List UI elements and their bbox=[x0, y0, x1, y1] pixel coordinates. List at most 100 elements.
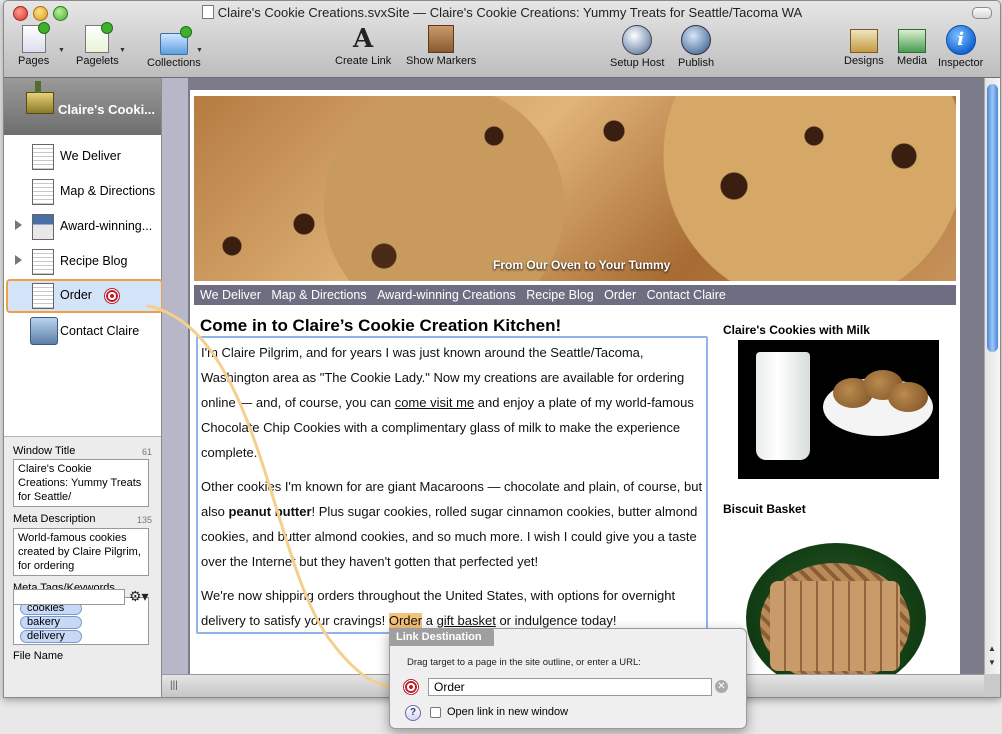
sidebar-item-label: Contact Claire bbox=[60, 324, 140, 338]
show-markers-icon bbox=[428, 25, 455, 53]
page-icon bbox=[32, 283, 54, 309]
sidebar-item-label: We Deliver bbox=[60, 149, 121, 163]
toolbar-toggle-button[interactable] bbox=[972, 7, 992, 19]
sidebar-heading-milk[interactable]: Claire's Cookies with Milk bbox=[723, 323, 870, 337]
site-nav-map-directions[interactable]: Map & Directions bbox=[271, 288, 366, 302]
site-nav-we-deliver[interactable]: We Deliver bbox=[200, 288, 261, 302]
setup-host-label: Setup Host bbox=[610, 57, 665, 69]
meta-description-field[interactable]: World-famous cookies created by Claire P… bbox=[13, 528, 149, 576]
add-pagelet-icon bbox=[85, 22, 114, 53]
cookies-milk-image[interactable] bbox=[738, 340, 939, 479]
sidebar-item-contact-claire[interactable]: Contact Claire bbox=[6, 315, 159, 347]
create-link-button[interactable]: A Create Link bbox=[335, 25, 391, 67]
open-new-window-checkbox[interactable] bbox=[430, 707, 441, 718]
show-markers-button[interactable]: Show Markers bbox=[406, 25, 476, 67]
media-icon bbox=[897, 29, 926, 53]
text-run: or indulgence today! bbox=[495, 613, 617, 628]
splitter-grip-icon[interactable]: ||| bbox=[170, 680, 178, 691]
window-title-field[interactable]: Claire's Cookie Creations: Yummy Treats … bbox=[13, 459, 149, 507]
titlebar: Claire's Cookie Creations.svxSite — Clai… bbox=[4, 1, 1000, 78]
cookie-shape bbox=[888, 382, 928, 412]
page-icon bbox=[32, 179, 54, 205]
come-visit-me-link[interactable]: come visit me bbox=[395, 395, 474, 410]
link-destination-input[interactable]: Order bbox=[428, 678, 712, 696]
setup-host-icon bbox=[622, 25, 653, 55]
scrollbar-thumb[interactable] bbox=[987, 84, 998, 352]
publish-icon bbox=[681, 25, 712, 55]
pagelets-button[interactable]: Pagelets bbox=[76, 22, 119, 67]
file-name-label: File Name bbox=[13, 650, 64, 662]
site-title: Claire's Cooki... bbox=[58, 102, 156, 117]
site-nav-contact[interactable]: Contact Claire bbox=[647, 288, 726, 302]
sidebar-item-label: Recipe Blog bbox=[60, 254, 128, 268]
link-target-icon bbox=[104, 288, 120, 304]
link-destination-tab: Link Destination bbox=[389, 628, 494, 646]
sidebar-item-order[interactable]: Order bbox=[6, 279, 163, 313]
body-paragraph-2: Other cookies I'm known for are giant Ma… bbox=[201, 474, 706, 574]
pagelets-dropdown-icon[interactable]: ▼ bbox=[119, 47, 126, 54]
sidebar-item-we-deliver[interactable]: We Deliver bbox=[6, 140, 159, 172]
disclosure-triangle-icon[interactable] bbox=[15, 220, 22, 230]
document-icon bbox=[201, 5, 214, 19]
text-run: a bbox=[422, 613, 437, 628]
outline-splitter[interactable] bbox=[162, 78, 188, 697]
open-new-window-label[interactable]: Open link in new window bbox=[447, 706, 568, 718]
gift-basket-link[interactable]: gift basket bbox=[437, 613, 496, 628]
link-destination-hint: Drag target to a page in the site outlin… bbox=[407, 657, 641, 668]
site-icon bbox=[26, 81, 54, 114]
body-paragraph-1: I'm Claire Pilgrim, and for years I was … bbox=[201, 340, 706, 465]
site-nav-award-winning[interactable]: Award-winning Creations bbox=[377, 288, 516, 302]
contact-form-icon bbox=[30, 317, 58, 345]
inspector-button[interactable]: i Inspector bbox=[938, 25, 983, 69]
site-nav-recipe-blog[interactable]: Recipe Blog bbox=[526, 288, 593, 302]
gear-icon[interactable]: ⚙▾ bbox=[129, 588, 149, 605]
disclosure-triangle-icon[interactable] bbox=[15, 255, 22, 265]
vertical-scrollbar[interactable]: ▲ ▼ bbox=[984, 78, 1000, 674]
pages-label: Pages bbox=[18, 55, 50, 67]
publish-button[interactable]: Publish bbox=[678, 25, 714, 69]
file-name-input[interactable] bbox=[13, 589, 125, 605]
link-target-icon[interactable] bbox=[403, 679, 419, 695]
inspector-icon: i bbox=[945, 25, 976, 55]
clear-field-icon[interactable]: ✕ bbox=[715, 680, 728, 693]
biscuit-basket-image[interactable] bbox=[738, 523, 934, 680]
bold-text: peanut butter bbox=[228, 504, 312, 519]
add-collection-icon bbox=[159, 26, 192, 55]
window-title-label: Window Title bbox=[13, 445, 76, 457]
sidebar-item-map-directions[interactable]: Map & Directions bbox=[6, 175, 159, 207]
sidebar-item-recipe-blog[interactable]: Recipe Blog bbox=[6, 245, 159, 277]
scroll-down-arrow-icon[interactable]: ▼ bbox=[988, 658, 996, 667]
media-button[interactable]: Media bbox=[897, 25, 927, 67]
meta-description-label: Meta Description bbox=[13, 513, 96, 525]
site-nav-order[interactable]: Order bbox=[604, 288, 636, 302]
pages-button[interactable]: Pages bbox=[18, 22, 50, 67]
scroll-up-arrow-icon[interactable]: ▲ bbox=[988, 644, 996, 653]
collections-dropdown-icon[interactable]: ▼ bbox=[196, 47, 203, 54]
window-title-count: 61 bbox=[141, 447, 152, 457]
hero-tagline: From Our Oven to Your Tummy bbox=[493, 258, 671, 272]
crackers-shape bbox=[770, 581, 900, 671]
tag-token[interactable]: delivery bbox=[20, 630, 82, 643]
designs-button[interactable]: Designs bbox=[844, 25, 884, 67]
pages-dropdown-icon[interactable]: ▼ bbox=[58, 47, 65, 54]
designs-icon bbox=[849, 29, 878, 53]
page-properties-panel: Window Title 61 Claire's Cookie Creation… bbox=[4, 436, 161, 697]
meta-description-count: 135 bbox=[136, 515, 152, 525]
sidebar-item-award-winning[interactable]: Award-winning... bbox=[6, 210, 159, 242]
help-icon[interactable]: ? bbox=[405, 705, 421, 721]
app-window: Claire's Cookie Creations.svxSite — Clai… bbox=[3, 0, 1001, 698]
site-root-item[interactable]: Claire's Cooki... bbox=[4, 78, 161, 135]
setup-host-button[interactable]: Setup Host bbox=[610, 25, 664, 69]
collections-button[interactable]: Collections bbox=[147, 25, 201, 69]
window-title-text: Claire's Cookie Creations.svxSite — Clai… bbox=[217, 5, 803, 20]
selected-link-text[interactable]: Order bbox=[388, 613, 423, 628]
page-heading[interactable]: Come in to Claire’s Cookie Creation Kitc… bbox=[200, 316, 561, 336]
tag-token[interactable]: bakery bbox=[20, 616, 82, 629]
create-link-label: Create Link bbox=[335, 55, 392, 67]
create-link-icon: A bbox=[353, 24, 374, 54]
milk-glass-shape bbox=[756, 352, 810, 460]
designs-label: Designs bbox=[844, 55, 884, 67]
sidebar-heading-basket[interactable]: Biscuit Basket bbox=[723, 502, 806, 516]
sidebar-item-label: Award-winning... bbox=[60, 219, 153, 233]
media-label: Media bbox=[897, 55, 927, 67]
